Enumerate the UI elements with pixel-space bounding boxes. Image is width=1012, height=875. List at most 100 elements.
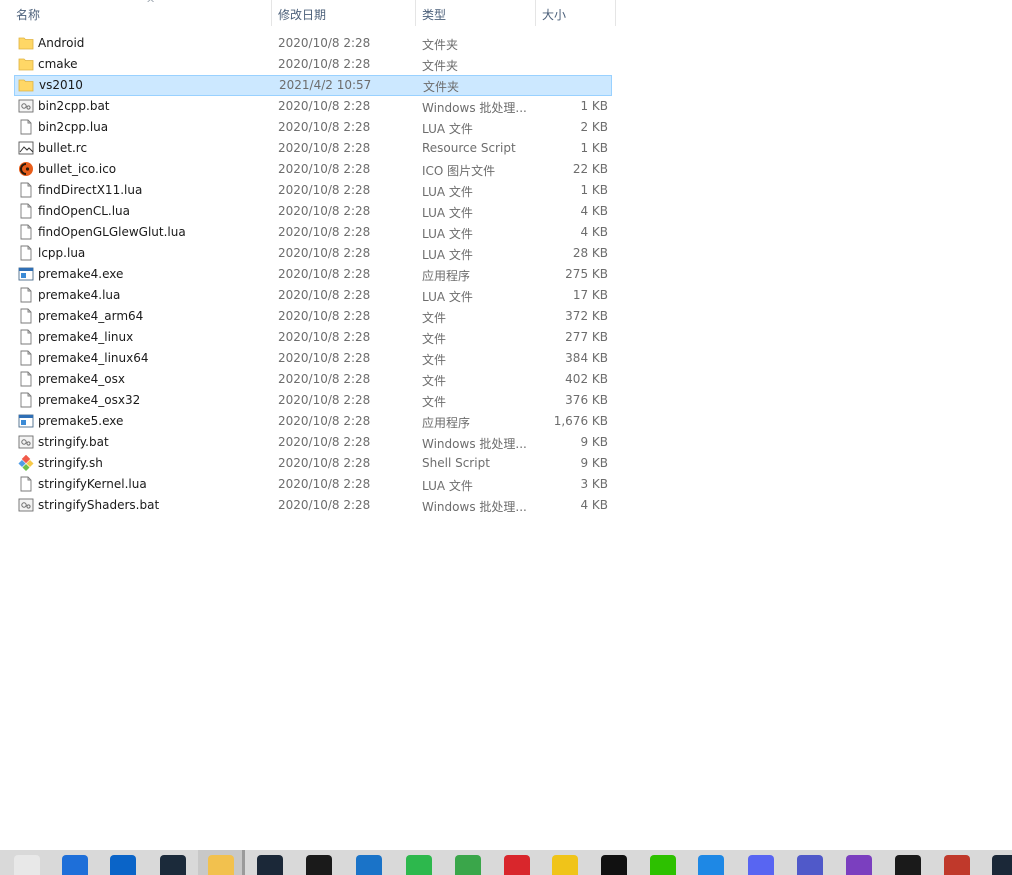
column-header-type-label: 类型: [422, 8, 447, 22]
file-type: LUA 文件: [422, 479, 473, 493]
file-row[interactable]: Android 2020/10/8 2:28 文件夹: [14, 33, 612, 54]
file-size: 1,676 KB: [553, 414, 608, 428]
file-row[interactable]: stringify.sh 2020/10/8 2:28 Shell Script 9 …: [14, 453, 612, 474]
file-row[interactable]: bin2cpp.lua 2020/10/8 2:28 LUA 文件 2 KB: [14, 117, 612, 138]
taskbar-separator: [242, 850, 245, 875]
file-date: 2020/10/8 2:28: [278, 309, 371, 323]
blank-file-icon: [18, 476, 34, 492]
file-date: 2020/10/8 2:28: [278, 351, 371, 365]
file-date: 2020/10/8 2:28: [278, 372, 371, 386]
file-row[interactable]: bullet.rc 2020/10/8 2:28 Resource Script 1 …: [14, 138, 612, 159]
file-type: 文件: [422, 374, 447, 388]
file-size: 4 KB: [580, 204, 608, 218]
file-row[interactable]: premake4_linux 2020/10/8 2:28 文件 277 KB: [14, 327, 612, 348]
file-explorer-icon[interactable]: [208, 855, 234, 875]
file-size: 275 KB: [565, 267, 608, 281]
file-date: 2020/10/8 2:28: [278, 36, 371, 50]
oculus-icon[interactable]: [895, 855, 921, 875]
blank-file-icon: [18, 119, 34, 135]
exe-file-icon: [18, 413, 34, 429]
file-date: 2020/10/8 2:28: [278, 183, 371, 197]
file-name: premake4_linux: [38, 330, 134, 344]
file-row[interactable]: premake4.lua 2020/10/8 2:28 LUA 文件 17 KB: [14, 285, 612, 306]
file-name: premake4_linux64: [38, 351, 149, 365]
yellow-app-icon[interactable]: [552, 855, 578, 875]
file-row[interactable]: findOpenGLGlewGlut.lua 2020/10/8 2:28 LUA …: [14, 222, 612, 243]
file-type: 应用程序: [422, 269, 471, 283]
green-plus-icon[interactable]: [406, 855, 432, 875]
file-type: Windows 批处理...: [422, 437, 527, 451]
file-size: 384 KB: [565, 351, 608, 365]
folder-icon: [18, 77, 34, 93]
file-row[interactable]: premake4_osx32 2020/10/8 2:28 文件 376 KB: [14, 390, 612, 411]
file-date: 2020/10/8 2:28: [278, 288, 371, 302]
file-type: 文件: [422, 311, 447, 325]
visual-studio-icon[interactable]: [846, 855, 872, 875]
blank-file-icon: [18, 245, 34, 261]
blank-file-icon: [18, 287, 34, 303]
qq-icon[interactable]: [601, 855, 627, 875]
file-name: premake4_osx32: [38, 393, 141, 407]
column-header-size[interactable]: 大小: [536, 0, 616, 26]
blank-file-icon: [18, 182, 34, 198]
file-row[interactable]: findOpenCL.lua 2020/10/8 2:28 LUA 文件 4 KB: [14, 201, 612, 222]
blank-file-icon: [18, 392, 34, 408]
column-header-date-label: 修改日期: [278, 8, 327, 22]
file-name: premake5.exe: [38, 414, 124, 428]
file-row[interactable]: bin2cpp.bat 2020/10/8 2:28 Windows 批处理... 1…: [14, 96, 612, 117]
file-row[interactable]: premake4_linux64 2020/10/8 2:28 文件 384 KB: [14, 348, 612, 369]
teams-icon[interactable]: [797, 855, 823, 875]
batch-file-icon: [18, 434, 34, 450]
steam-icon[interactable]: [257, 855, 283, 875]
file-row[interactable]: bullet_ico.ico 2020/10/8 2:28 ICO 图片文件 22 K…: [14, 159, 612, 180]
file-date: 2020/10/8 2:28: [278, 204, 371, 218]
g-app-icon[interactable]: [306, 855, 332, 875]
star-app-icon[interactable]: [698, 855, 724, 875]
file-type: LUA 文件: [422, 122, 473, 136]
file-type: LUA 文件: [422, 290, 473, 304]
column-header-date[interactable]: 修改日期: [272, 0, 416, 26]
file-name: Android: [38, 36, 85, 50]
file-size: 22 KB: [572, 162, 608, 176]
uplay-icon[interactable]: [356, 855, 382, 875]
file-row[interactable]: stringifyShaders.bat 2020/10/8 2:28 Window…: [14, 495, 612, 516]
file-name: findDirectX11.lua: [38, 183, 143, 197]
file-row[interactable]: stringifyKernel.lua 2020/10/8 2:28 LUA 文件 3…: [14, 474, 612, 495]
file-row[interactable]: cmake 2020/10/8 2:28 文件夹: [14, 54, 612, 75]
file-row[interactable]: premake4_arm64 2020/10/8 2:28 文件 372 KB: [14, 306, 612, 327]
store-icon[interactable]: [14, 855, 40, 875]
file-type: ICO 图片文件: [422, 164, 496, 178]
file-date: 2020/10/8 2:28: [278, 57, 371, 71]
exe-file-icon: [18, 266, 34, 282]
file-size: 1 KB: [580, 183, 608, 197]
file-row[interactable]: vs2010 2021/4/2 10:57 文件夹: [14, 75, 612, 96]
file-name: lcpp.lua: [38, 246, 86, 260]
netease-music-icon[interactable]: [504, 855, 530, 875]
file-name: premake4.lua: [38, 288, 121, 302]
file-row[interactable]: lcpp.lua 2020/10/8 2:28 LUA 文件 28 KB: [14, 243, 612, 264]
file-row[interactable]: findDirectX11.lua 2020/10/8 2:28 LUA 文件 1 K…: [14, 180, 612, 201]
file-row[interactable]: premake5.exe 2020/10/8 2:28 应用程序 1,676 KB: [14, 411, 612, 432]
dev-tool-icon[interactable]: [160, 855, 186, 875]
file-size: 372 KB: [565, 309, 608, 323]
file-name: premake4_osx: [38, 372, 125, 386]
mail-icon[interactable]: [110, 855, 136, 875]
file-size: 4 KB: [580, 498, 608, 512]
file-type: 文件: [422, 353, 447, 367]
column-header-type[interactable]: 类型: [416, 0, 536, 26]
file-size: 9 KB: [580, 435, 608, 449]
shield-icon[interactable]: [455, 855, 481, 875]
file-row[interactable]: premake4.exe 2020/10/8 2:28 应用程序 275 KB: [14, 264, 612, 285]
file-row[interactable]: stringify.bat 2020/10/8 2:28 Windows 批处理..…: [14, 432, 612, 453]
file-size: 402 KB: [565, 372, 608, 386]
file-date: 2020/10/8 2:28: [278, 330, 371, 344]
clock-icon[interactable]: [62, 855, 88, 875]
spider-app-icon[interactable]: [944, 855, 970, 875]
file-row[interactable]: premake4_osx 2020/10/8 2:28 文件 402 KB: [14, 369, 612, 390]
file-size: 28 KB: [572, 246, 608, 260]
steam-icon-2[interactable]: [992, 855, 1012, 875]
file-date: 2020/10/8 2:28: [278, 162, 371, 176]
column-header-name[interactable]: 名称 ^: [10, 0, 272, 26]
wechat-icon[interactable]: [650, 855, 676, 875]
discord-icon[interactable]: [748, 855, 774, 875]
